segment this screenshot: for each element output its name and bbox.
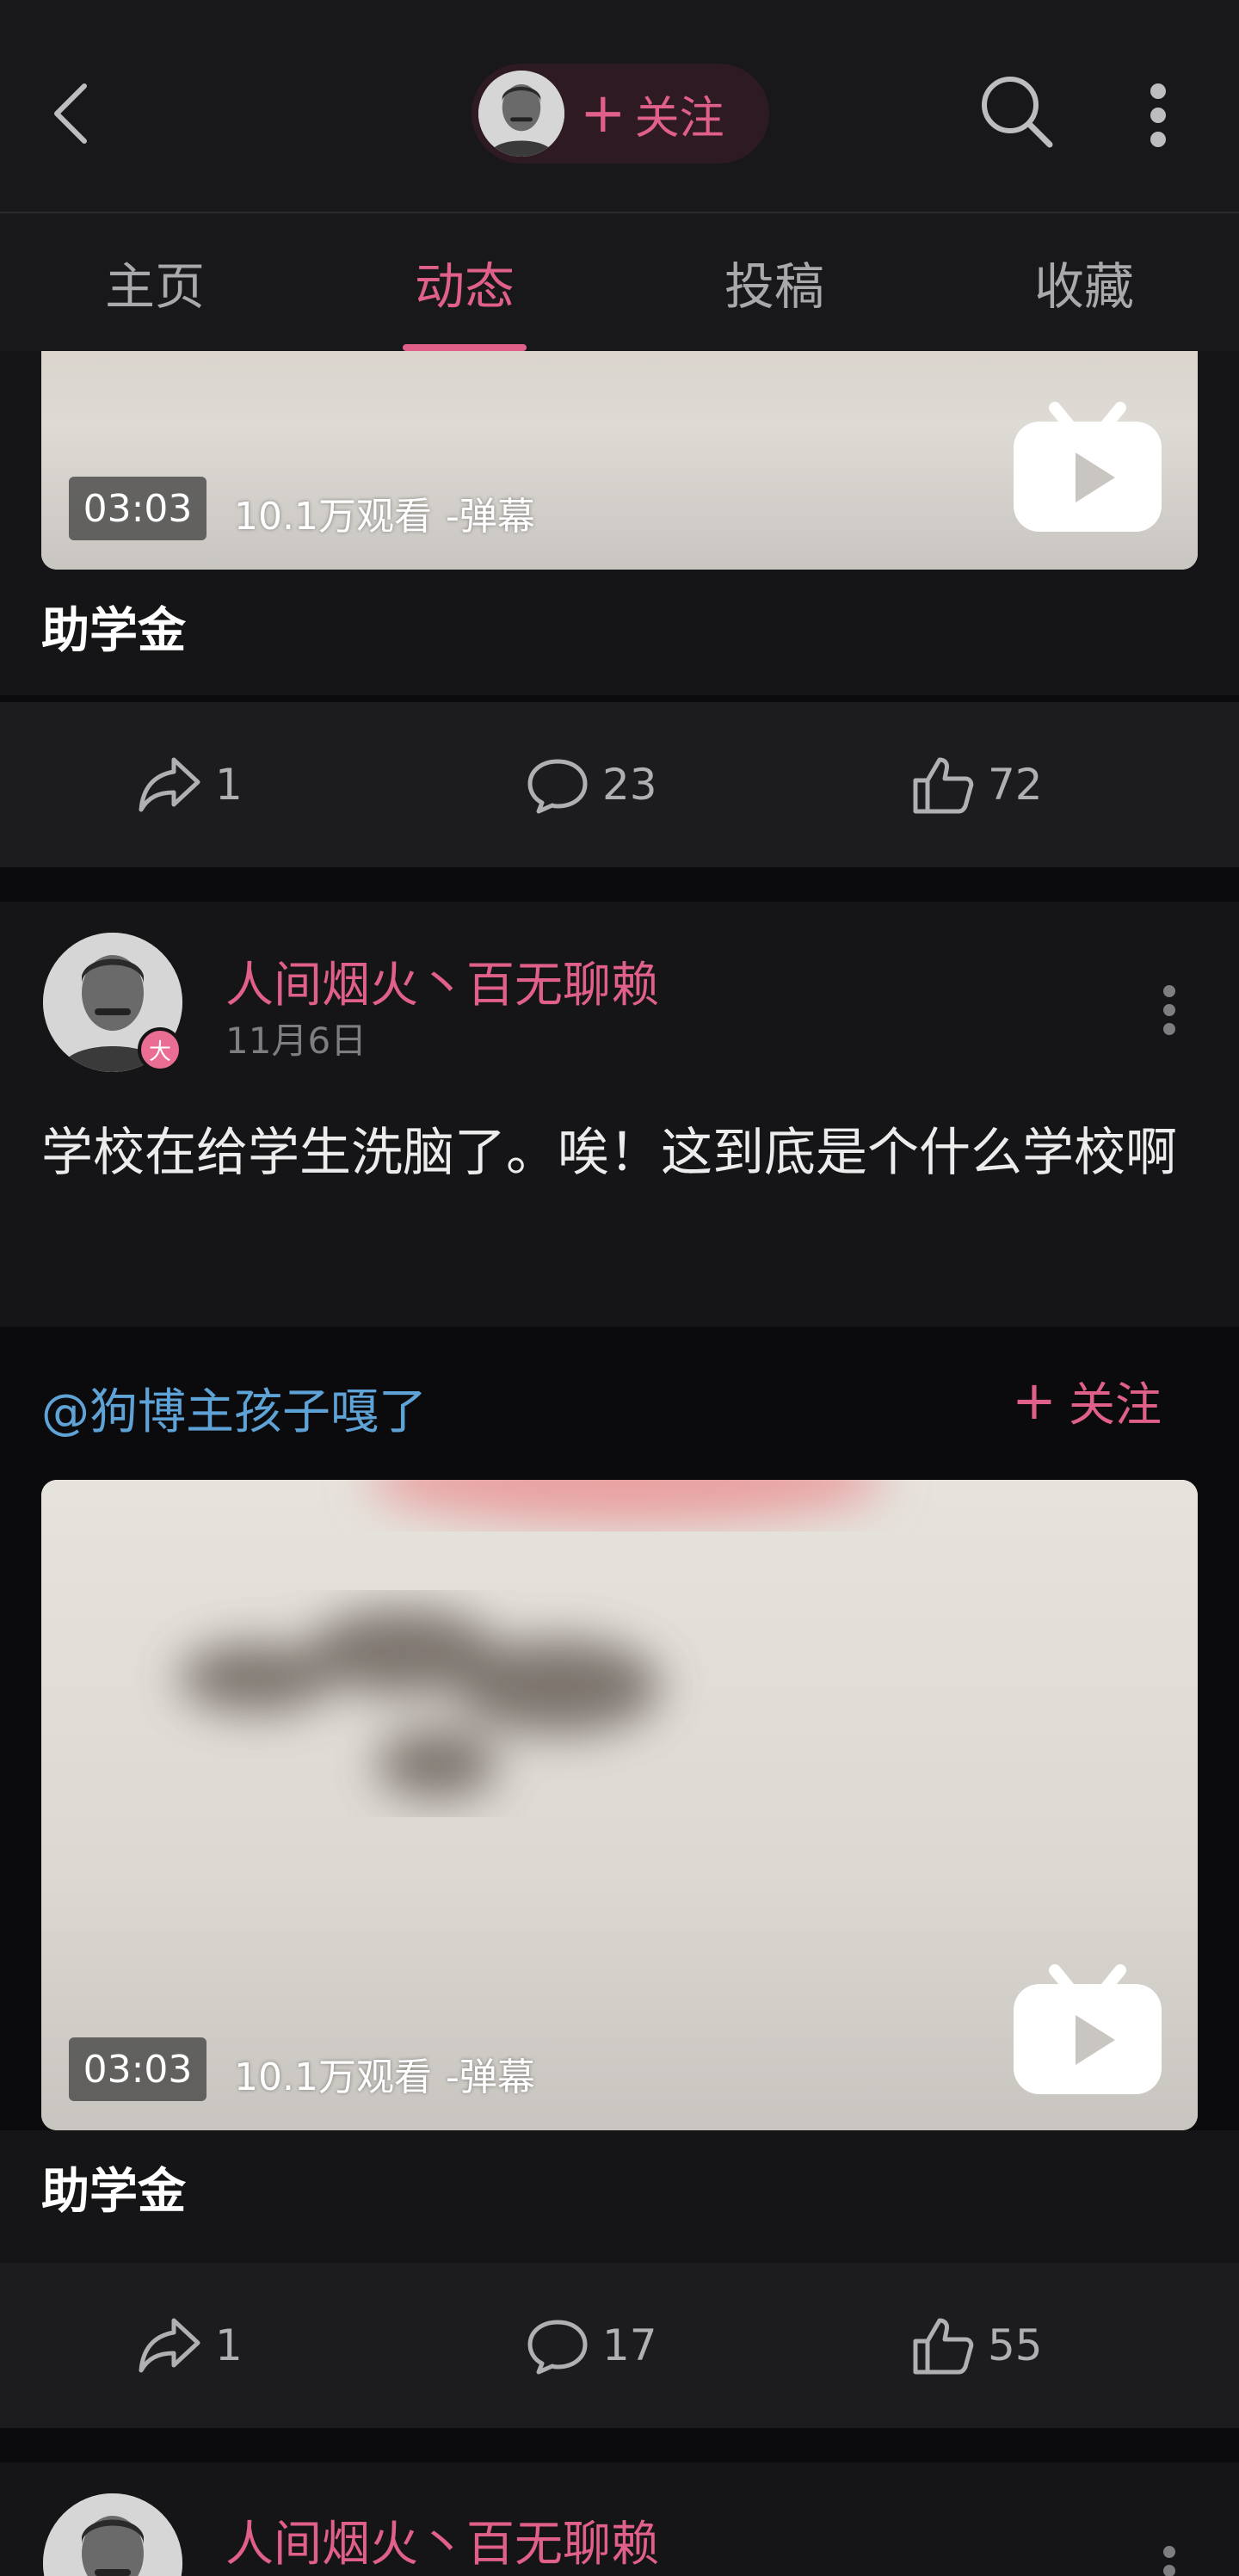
video-title[interactable]: 助学金 — [41, 2153, 186, 2222]
comment-icon — [527, 2320, 588, 2375]
page: 03:03 10.1万观看 -弹幕 助学金 1 23 72 大 人间烟火丶百无聊… — [0, 0, 1239, 2576]
thumbs-up-icon — [913, 2318, 974, 2375]
comment-button[interactable]: 17 — [525, 2263, 657, 2428]
tab-submissions[interactable]: 投稿 — [620, 213, 929, 351]
more-options-icon[interactable] — [1146, 83, 1170, 148]
share-count: 1 — [215, 760, 243, 810]
more-options-icon[interactable] — [1162, 2545, 1177, 2576]
author-name[interactable]: 人间烟火丶百无聊赖 — [225, 946, 659, 1016]
follow-button[interactable]: + 关注 — [580, 82, 724, 146]
video-danmu: -弹幕 — [446, 495, 535, 539]
post-actions: 1 23 72 — [0, 702, 1239, 867]
more-options-icon[interactable] — [1162, 984, 1177, 1036]
video-title[interactable]: 助学金 — [41, 592, 186, 662]
comment-icon — [527, 759, 588, 814]
post-header: 人间烟火丶百无聊赖 — [0, 2462, 1239, 2576]
video-danmu: -弹幕 — [446, 2055, 535, 2099]
tab-home[interactable]: 主页 — [0, 213, 310, 351]
search-icon[interactable] — [977, 72, 1055, 150]
share-button[interactable]: 1 — [138, 2263, 243, 2428]
like-count: 72 — [988, 760, 1043, 810]
back-arrow-icon[interactable] — [46, 79, 98, 148]
profile-follow-pill[interactable]: + 关注 — [472, 64, 769, 163]
comment-count: 23 — [602, 760, 657, 810]
like-count: 55 — [988, 2320, 1043, 2370]
share-icon — [139, 757, 200, 812]
post-card — [0, 2130, 1239, 2263]
repost-bar: @狗博主孩子嘎了 + 关注 — [0, 1327, 1239, 1471]
video-views: 10.1万观看 — [234, 495, 432, 539]
share-count: 1 — [215, 2320, 243, 2370]
share-button[interactable]: 1 — [138, 702, 243, 867]
play-tv-icon — [1014, 1964, 1162, 2094]
comment-count: 17 — [602, 2320, 657, 2370]
video-thumbnail[interactable]: 03:03 10.1万观看 -弹幕 — [41, 1480, 1198, 2130]
profile-tabs: 主页 动态 投稿 收藏 — [0, 212, 1239, 351]
plus-icon: + — [1012, 1368, 1057, 1432]
play-tv-icon — [1014, 402, 1162, 532]
plus-icon: + — [580, 82, 626, 145]
avatar-image — [43, 2493, 182, 2576]
thumbs-up-icon — [913, 757, 974, 814]
video-duration: 03:03 — [69, 2037, 206, 2101]
tab-favorites[interactable]: 收藏 — [929, 213, 1239, 351]
video-thumbnail[interactable]: 03:03 10.1万观看 -弹幕 — [41, 327, 1198, 570]
vip-badge: 大 — [138, 1027, 182, 1072]
follow-label: 关注 — [634, 92, 724, 145]
share-icon — [139, 2318, 200, 2373]
post-date: 11月6日 — [225, 1020, 367, 1062]
video-duration: 03:03 — [69, 477, 206, 540]
follow-label: 关注 — [1068, 1377, 1162, 1432]
active-tab-indicator — [403, 344, 527, 351]
like-button[interactable]: 72 — [910, 702, 1043, 867]
post-text: 学校在给学生洗脑了。唉！这到底是个什么学校啊 — [41, 1123, 1177, 1183]
repost-user[interactable]: @狗博主孩子嘎了 — [41, 1373, 427, 1443]
post-header: 大 人间烟火丶百无聊赖 11月6日 — [0, 902, 1239, 1125]
video-views: 10.1万观看 — [234, 2055, 432, 2099]
avatar[interactable] — [43, 2493, 182, 2576]
repost-follow-button[interactable]: + 关注 — [1012, 1366, 1162, 1434]
like-button[interactable]: 55 — [910, 2263, 1043, 2428]
post-actions: 1 17 55 — [0, 2263, 1239, 2428]
avatar — [478, 71, 564, 157]
author-name[interactable]: 人间烟火丶百无聊赖 — [225, 2505, 659, 2575]
tab-dynamics[interactable]: 动态 — [310, 213, 620, 351]
top-bar: + 关注 — [0, 0, 1239, 212]
comment-button[interactable]: 23 — [525, 702, 657, 867]
